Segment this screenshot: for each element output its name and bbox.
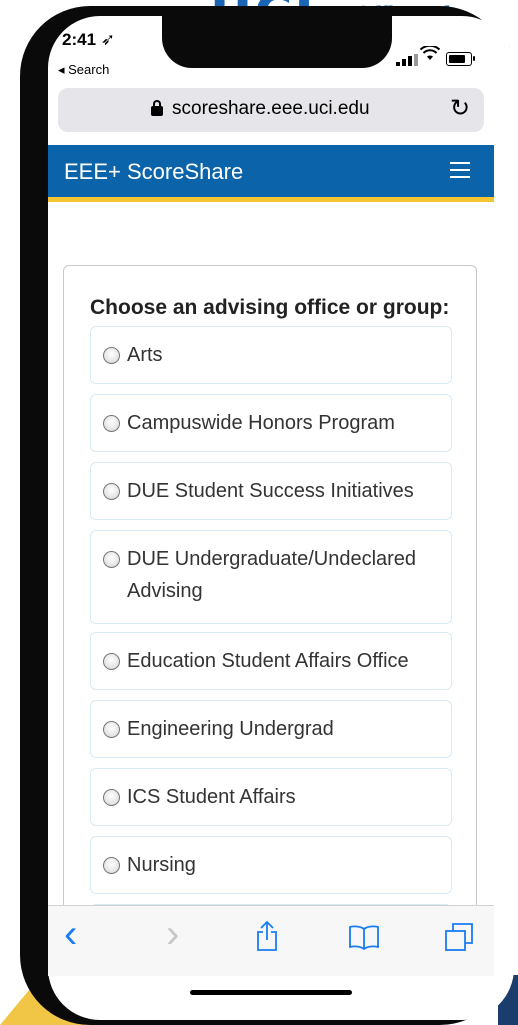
option-label: Education Student Affairs Office [127, 650, 409, 672]
radio-icon[interactable] [103, 789, 120, 806]
home-indicator[interactable] [190, 990, 352, 995]
option-ics-student-affairs[interactable]: ICS Student Affairs [90, 768, 452, 826]
app-header: EEE+ ScoreShare [48, 145, 494, 202]
back-to-search-link[interactable]: ◂ Search [58, 62, 109, 78]
option-label: Engineering Undergrad [127, 718, 334, 740]
wifi-icon [419, 44, 441, 67]
option-due-undergraduate[interactable]: DUE Undergraduate/Undeclared Advising [90, 530, 452, 624]
signal-icon [396, 54, 418, 66]
forward-arrow-icon: › [166, 912, 180, 956]
battery-icon [446, 52, 472, 66]
browser-toolbar: ‹ › [48, 905, 494, 976]
option-due-student-success[interactable]: DUE Student Success Initiatives [90, 462, 452, 520]
radio-icon[interactable] [103, 551, 120, 568]
hamburger-menu-icon[interactable] [450, 162, 470, 178]
share-icon[interactable] [256, 920, 278, 959]
option-campuswide-honors[interactable]: Campuswide Honors Program [90, 394, 452, 452]
lock-icon [151, 100, 163, 116]
tabs-icon[interactable] [444, 922, 474, 959]
radio-icon[interactable] [103, 721, 120, 738]
address-bar[interactable]: scoreshare.eee.uci.edu ↻ [58, 88, 484, 132]
app-brand[interactable]: EEE+ ScoreShare [64, 159, 243, 185]
option-label: DUE Undergraduate/Undeclared Advising [127, 548, 417, 602]
radio-icon[interactable] [103, 415, 120, 432]
phone-notch [162, 6, 392, 68]
url-text[interactable]: scoreshare.eee.uci.edu [172, 98, 370, 120]
radio-icon[interactable] [103, 857, 120, 874]
back-arrow-icon[interactable]: ‹ [64, 912, 77, 957]
advising-office-card: Choose an advising office or group: Arts… [63, 265, 477, 962]
option-label: Nursing [127, 854, 196, 876]
battery-tip [473, 56, 475, 61]
brand-plus: + [108, 159, 121, 184]
brand-suffix: ScoreShare [120, 159, 244, 184]
reload-icon[interactable]: ↻ [450, 94, 470, 123]
option-label: Arts [127, 344, 163, 366]
option-label: ICS Student Affairs [127, 786, 296, 808]
status-indicators [396, 44, 486, 68]
option-engineering-undergrad[interactable]: Engineering Undergrad [90, 700, 452, 758]
status-time: 2:41 ➶ [62, 30, 115, 49]
form-title: Choose an advising office or group: [90, 296, 450, 319]
option-label: DUE Student Success Initiatives [127, 480, 414, 502]
option-label: Campuswide Honors Program [127, 412, 395, 434]
option-arts[interactable]: Arts [90, 326, 452, 384]
radio-icon[interactable] [103, 483, 120, 500]
radio-icon[interactable] [103, 347, 120, 364]
option-education-student-affairs[interactable]: Education Student Affairs Office [90, 632, 452, 690]
brand-main: EEE [64, 159, 109, 184]
radio-icon[interactable] [103, 653, 120, 670]
bookmarks-icon[interactable] [348, 924, 380, 957]
option-nursing[interactable]: Nursing [90, 836, 452, 894]
